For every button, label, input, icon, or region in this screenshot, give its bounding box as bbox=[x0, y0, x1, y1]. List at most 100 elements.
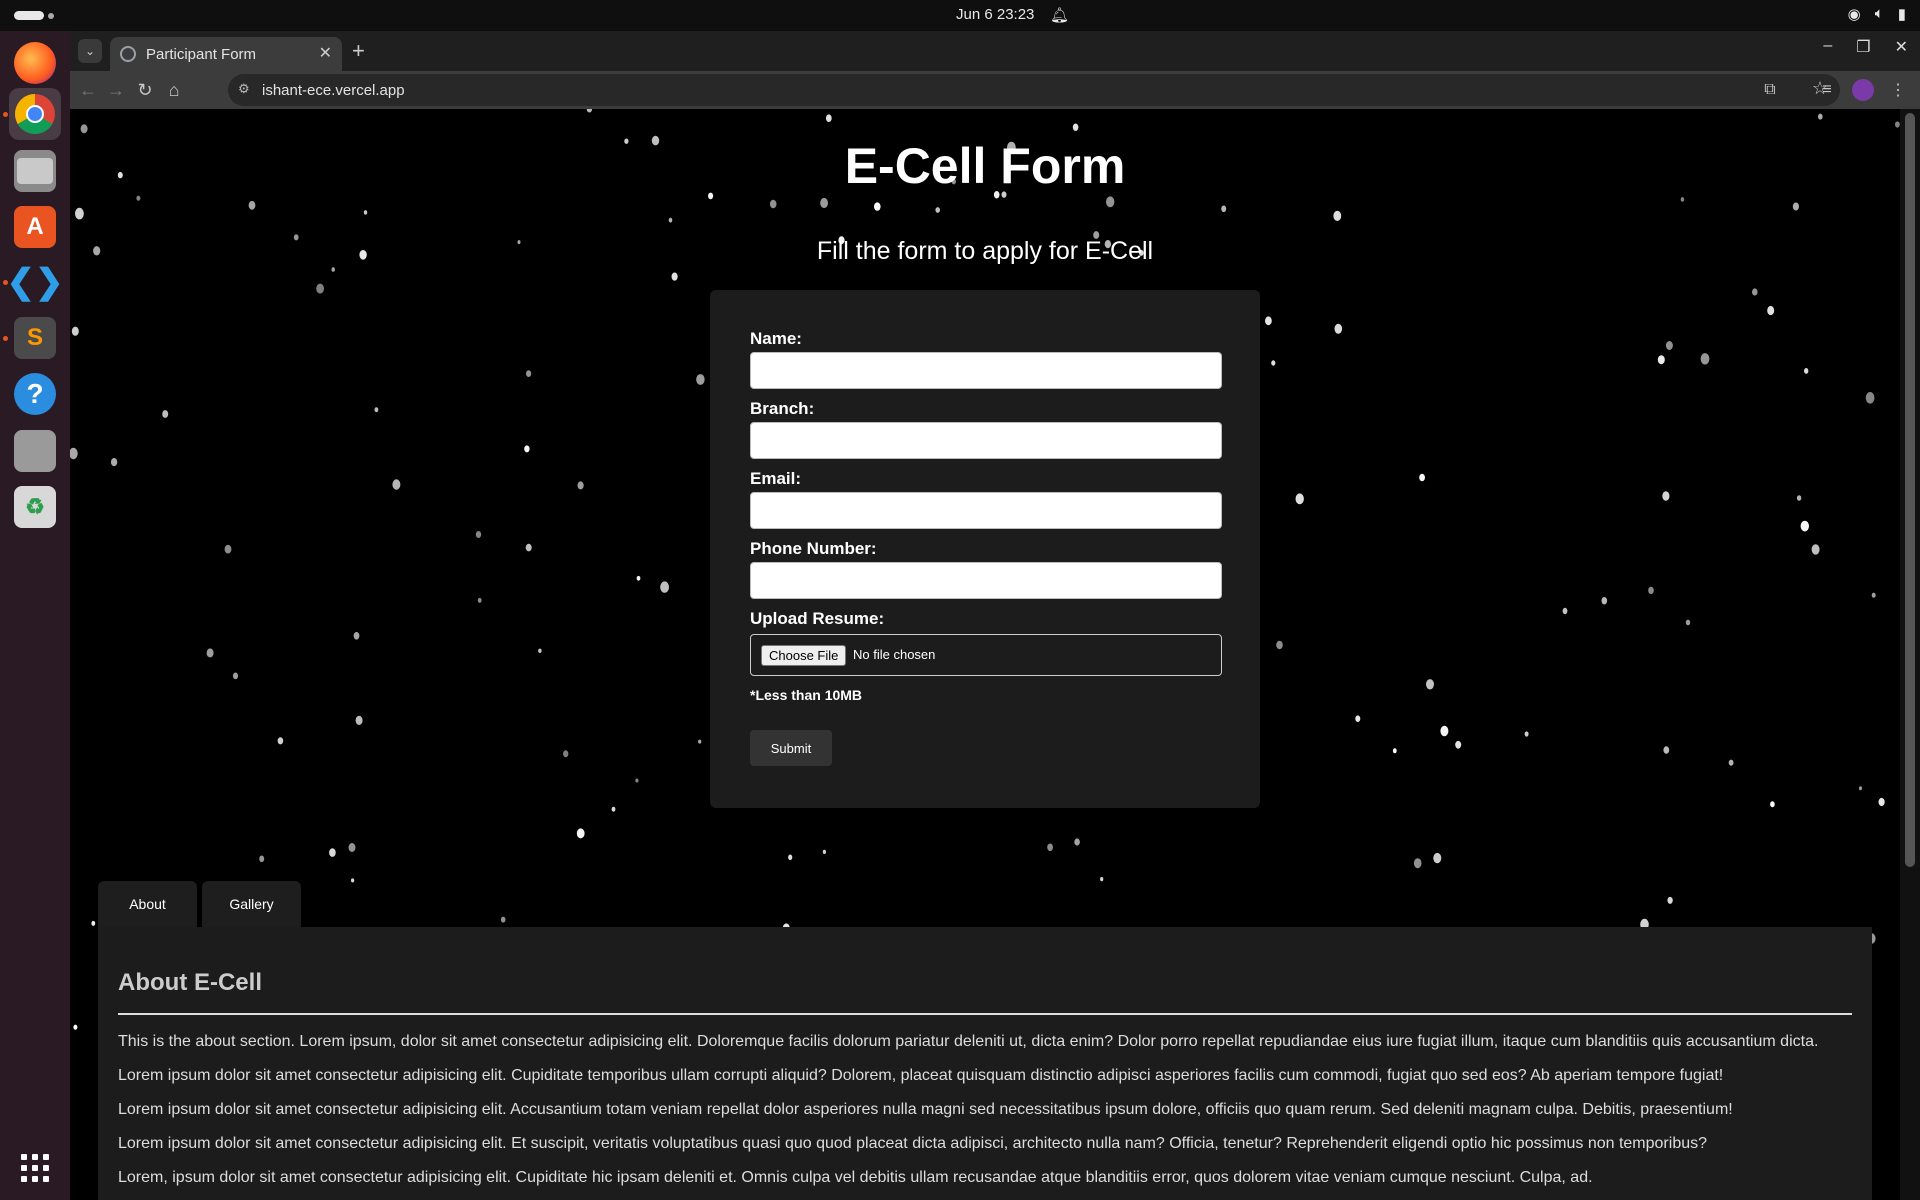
snowflake bbox=[351, 878, 355, 883]
wifi-icon[interactable]: ◉ bbox=[1848, 5, 1861, 23]
snowflake bbox=[825, 114, 832, 122]
file-size-note: *Less than 10MB bbox=[750, 687, 863, 703]
dock-disk[interactable] bbox=[9, 425, 61, 477]
snowflake bbox=[1524, 731, 1529, 737]
tab-strip: ⌄ Participant Form ✕ + – ❐ ✕ bbox=[70, 31, 1920, 71]
snowflake bbox=[1662, 491, 1670, 501]
scrollbar-thumb[interactable] bbox=[1905, 113, 1915, 867]
notification-bell-icon[interactable]: 🔔︎ bbox=[1050, 6, 1069, 24]
snowflake bbox=[538, 648, 542, 653]
activities-button[interactable] bbox=[14, 11, 44, 20]
running-indicator bbox=[3, 112, 8, 117]
branch-input[interactable] bbox=[750, 422, 1222, 459]
extensions-icon[interactable]: ⧉ bbox=[1758, 78, 1782, 102]
snowflake bbox=[563, 750, 569, 758]
snowflake bbox=[1562, 607, 1568, 615]
snowflake bbox=[1276, 640, 1283, 650]
snowflake bbox=[331, 267, 335, 272]
dock-sublime-text[interactable]: S bbox=[3, 312, 61, 364]
snowflake bbox=[1355, 715, 1361, 722]
tab-about[interactable]: About bbox=[98, 881, 197, 927]
phone-input[interactable] bbox=[750, 562, 1222, 599]
divider bbox=[118, 1013, 1852, 1015]
trash-icon: ♻ bbox=[14, 486, 56, 528]
dock-trash[interactable]: ♻ bbox=[9, 481, 61, 533]
globe-icon bbox=[120, 46, 136, 62]
snowflake bbox=[769, 199, 777, 209]
email-input[interactable] bbox=[750, 492, 1222, 529]
clock[interactable]: Jun 6 23:23 bbox=[956, 6, 1034, 23]
about-paragraph: Lorem ipsum dolor sit amet consectetur a… bbox=[118, 1101, 1733, 1118]
snowflake bbox=[1333, 210, 1342, 221]
snowflake bbox=[1865, 392, 1875, 404]
snowflake bbox=[136, 195, 141, 201]
app-center-icon: A bbox=[14, 206, 56, 248]
menu-kebab-icon[interactable]: ⋮ bbox=[1886, 78, 1910, 102]
snowflake bbox=[1680, 197, 1685, 202]
media-controls-icon[interactable]: ≡ bbox=[1815, 78, 1839, 102]
file-status: No file chosen bbox=[853, 647, 936, 662]
maximize-icon[interactable]: ❐ bbox=[1856, 37, 1870, 57]
snowflake bbox=[1433, 852, 1442, 864]
close-tab-icon[interactable]: ✕ bbox=[319, 43, 332, 63]
url-text[interactable]: ishant-ece.vercel.app bbox=[262, 82, 405, 99]
profile-avatar[interactable] bbox=[1852, 79, 1874, 101]
snowflake bbox=[110, 458, 118, 467]
snowflake bbox=[1100, 877, 1104, 882]
battery-icon[interactable]: ▮ bbox=[1898, 5, 1906, 23]
site-info-icon[interactable]: ⚙ bbox=[238, 81, 256, 99]
snowflake bbox=[1413, 858, 1422, 869]
new-tab-icon[interactable]: + bbox=[352, 38, 365, 64]
snowflake bbox=[671, 272, 678, 281]
snowflake bbox=[316, 283, 324, 294]
snowflake bbox=[1770, 801, 1775, 808]
snowflake bbox=[1419, 473, 1425, 482]
dock-app-center[interactable]: A bbox=[9, 201, 61, 253]
sublime-text-icon: S bbox=[14, 317, 56, 359]
close-window-icon[interactable]: ✕ bbox=[1895, 37, 1908, 57]
dock-firefox[interactable] bbox=[9, 37, 61, 89]
snowflake bbox=[660, 581, 669, 593]
resume-file-input[interactable]: Choose File No file chosen bbox=[750, 634, 1222, 676]
snowflake bbox=[1440, 725, 1449, 737]
snowflake bbox=[1767, 305, 1775, 316]
name-input[interactable] bbox=[750, 352, 1222, 389]
dock-show-apps[interactable] bbox=[9, 1142, 61, 1194]
snowflake bbox=[1072, 123, 1079, 131]
snowflake bbox=[1818, 113, 1823, 120]
browser-window: ⌄ Participant Form ✕ + – ❐ ✕ ← → ↻ ⌂ ⚙ i… bbox=[70, 31, 1920, 1200]
snowflake bbox=[248, 200, 256, 210]
forward-icon[interactable]: → bbox=[104, 78, 128, 102]
snowflake bbox=[353, 632, 360, 640]
reload-icon[interactable]: ↻ bbox=[133, 78, 157, 102]
dock-vscode[interactable]: ❮❯ bbox=[3, 256, 64, 308]
snowflake bbox=[524, 445, 530, 453]
minimize-icon[interactable]: – bbox=[1823, 37, 1832, 57]
dock-help[interactable]: ? bbox=[9, 368, 61, 420]
snowflake bbox=[1221, 205, 1227, 213]
snowflake bbox=[1811, 544, 1820, 555]
snowflake bbox=[374, 407, 379, 413]
submit-button[interactable]: Submit bbox=[750, 730, 832, 766]
snowflake bbox=[1455, 740, 1462, 749]
tab-search-button[interactable]: ⌄ bbox=[78, 39, 102, 63]
tab-gallery[interactable]: Gallery bbox=[202, 881, 301, 927]
snowflake bbox=[162, 410, 169, 418]
dock-files[interactable] bbox=[9, 145, 61, 197]
about-section: About E-Cell This is the about section. … bbox=[98, 927, 1872, 1200]
snowflake bbox=[698, 739, 702, 744]
address-bar[interactable]: ⚙ ishant-ece.vercel.app ☆ bbox=[228, 74, 1840, 106]
choose-file-button[interactable]: Choose File bbox=[761, 645, 847, 666]
home-icon[interactable]: ⌂ bbox=[162, 78, 186, 102]
browser-tab-active[interactable]: Participant Form ✕ bbox=[110, 37, 342, 71]
system-tray[interactable]: ◉ 🔈︎ ▮ bbox=[1848, 5, 1906, 23]
volume-icon[interactable]: 🔈︎ bbox=[1875, 5, 1884, 23]
snowflake bbox=[1728, 759, 1734, 766]
page-scrollbar[interactable] bbox=[1900, 109, 1920, 1200]
dock-chrome[interactable] bbox=[3, 88, 61, 140]
snowflake bbox=[70, 447, 78, 460]
snowflake bbox=[586, 109, 593, 113]
snowflake bbox=[1601, 597, 1608, 605]
back-icon[interactable]: ← bbox=[76, 78, 100, 102]
vscode-icon: ❮❯ bbox=[6, 263, 64, 301]
